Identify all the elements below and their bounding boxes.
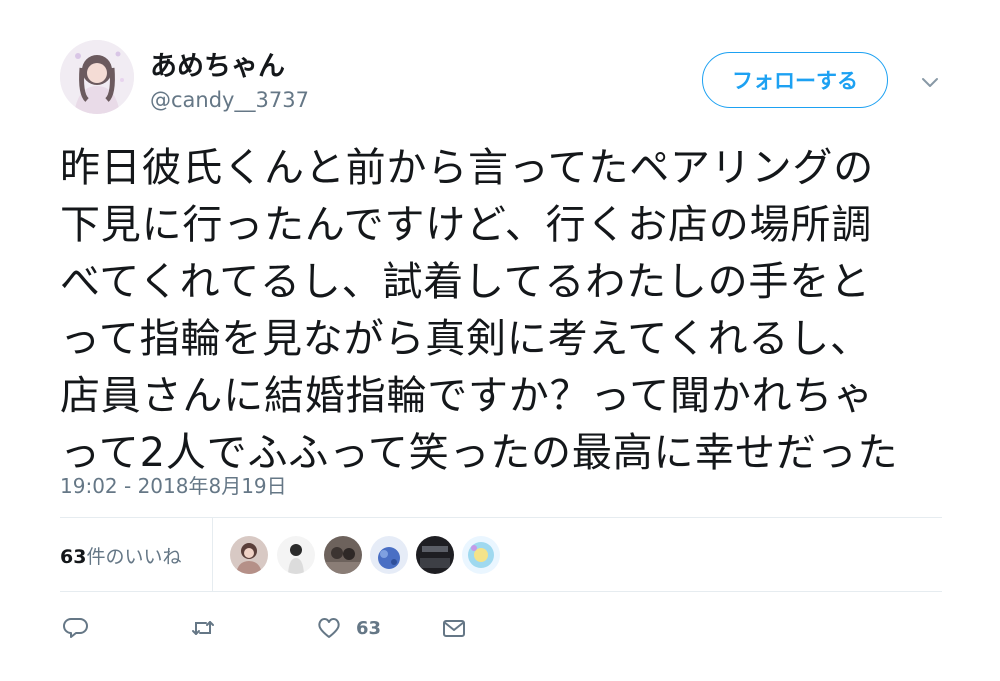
tweet-text-line: べてくれてるし、試着してるわたしの手をと	[60, 259, 871, 305]
like-button[interactable]: 63	[316, 614, 381, 642]
reply-icon	[63, 618, 88, 638]
tweet-text-line: 店員さんに結婚指輪ですか？って聞かれちゃ	[60, 373, 874, 419]
liker-avatar[interactable]	[277, 536, 315, 574]
tweet-card: あめちゃん @candy__3737 フォローする 昨日彼氏くんと前から言ってた…	[0, 0, 1000, 681]
reply-button[interactable]	[63, 614, 89, 642]
retweet-button[interactable]	[190, 614, 216, 642]
chevron-down-icon[interactable]	[918, 70, 942, 94]
liker-avatar[interactable]	[370, 536, 408, 574]
tweet-text-line: 昨日彼氏くんと前から言ってたペアリングの	[60, 145, 874, 191]
liker-avatar[interactable]	[416, 536, 454, 574]
likes-summary[interactable]: 63件のいいね	[60, 542, 181, 569]
divider	[60, 591, 942, 592]
envelope-icon	[443, 620, 465, 637]
likes-count: 63	[60, 546, 87, 568]
user-handle[interactable]: @candy__3737	[150, 88, 309, 112]
divider	[212, 518, 213, 592]
tweet-text-line: 下見に行ったんですけど、行くお店の場所調	[60, 202, 872, 248]
liker-avatar[interactable]	[230, 536, 268, 574]
tweet-timestamp[interactable]: 19:02 - 2018年8月19日	[60, 470, 287, 499]
user-avatar[interactable]	[60, 40, 134, 114]
like-count: 63	[356, 617, 382, 639]
liker-avatar[interactable]	[324, 536, 362, 574]
direct-message-button[interactable]	[441, 614, 467, 642]
retweet-icon	[192, 621, 214, 635]
heart-icon	[318, 618, 340, 638]
tweet-text-line: って指輪を見ながら真剣に考えてくれるし、	[60, 316, 871, 362]
follow-button[interactable]: フォローする	[702, 52, 888, 108]
likes-label: 件のいいね	[86, 546, 182, 568]
tweet-text: 昨日彼氏くんと前から言ってたペアリングの 下見に行ったんですけど、行くお店の場所…	[60, 140, 960, 482]
divider	[60, 517, 942, 518]
display-name[interactable]: あめちゃん	[150, 44, 285, 83]
liker-avatar[interactable]	[462, 536, 500, 574]
